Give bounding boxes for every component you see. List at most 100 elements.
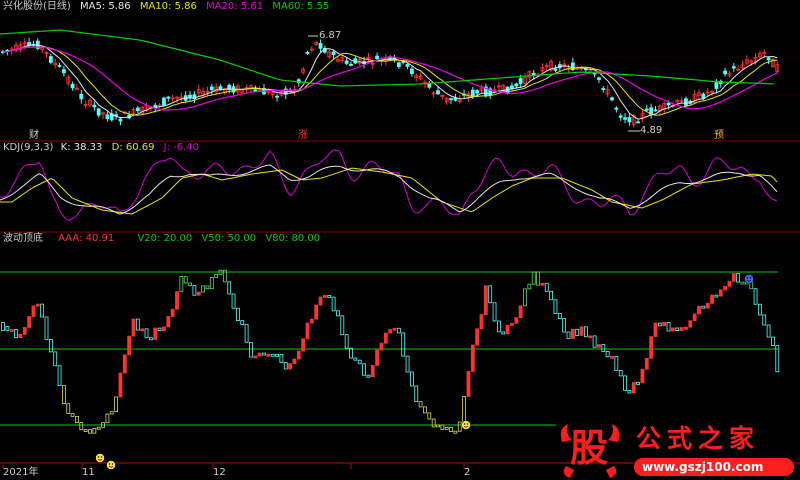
smiley-icon [95,453,105,463]
wave-bar [657,322,662,327]
price-candle [470,89,475,97]
wave-bar [436,424,440,428]
wave-bar [105,413,110,424]
wave-bar [5,326,10,331]
wave-bar [353,357,358,361]
wave-bar [383,332,388,344]
wave-bar [35,303,40,307]
wave-bar [697,305,701,315]
wave-bar [53,351,58,367]
wave-bar [470,344,475,372]
wave-bar [18,333,23,338]
wave-bar [188,282,192,286]
main-panel-title: 兴化股份(日线) [3,1,71,12]
wave-bar [88,429,92,434]
wave-bar [114,396,118,413]
wave-bar [9,329,14,332]
wave-bar [340,315,345,336]
wave-bar [527,283,532,290]
wave-bar [549,290,553,301]
wave-bar [118,372,123,398]
wave-bar [201,285,206,293]
wave-bar [575,328,580,336]
price-candle [105,114,110,119]
smiley-eye [749,277,752,279]
wave-bar [566,331,571,339]
wave-bar [162,326,166,332]
x-axis-label-2021: 2021年 [3,467,39,478]
watermark-brand: 公式之家 [636,424,761,453]
wave-bar [14,329,18,338]
event-marker-forecast[interactable]: 预 [714,130,724,142]
price-candle [344,60,349,64]
wave-bar [396,327,401,334]
wave-bar [131,318,136,337]
event-marker-finance[interactable]: 财 [29,130,39,142]
wave-bar [427,412,432,420]
wave-bar [705,302,710,309]
price-candle [627,117,632,123]
price-candle [135,107,140,112]
low-price-label: 4.89 [640,125,663,136]
smiley-eye [97,456,100,458]
event-marker-rise[interactable]: 涨 [298,130,308,142]
wave-bar [296,350,301,360]
price-candle [475,90,480,94]
wave-bar [562,318,567,333]
wave-bar [192,285,197,296]
wave-bar [366,374,371,378]
wave-bar [331,296,336,312]
wave-bar [597,344,601,348]
wave-bar [275,353,279,357]
wave-bar [392,327,397,331]
wave-bar [305,322,310,340]
wave-bar [301,338,306,352]
wave-bar [262,352,266,356]
wave-bar [44,316,49,340]
wave-bar [462,396,467,423]
wave-bar [584,326,588,338]
smiley-icon [106,460,116,470]
price-candle [209,86,214,91]
wave-bar [570,328,575,339]
wave-bar [166,316,171,328]
wave-bar [257,352,262,357]
price-candle [714,82,719,89]
wave-bar [557,313,562,320]
wave-bar [740,281,745,285]
price-candle [449,98,453,101]
wave-bar [671,327,675,332]
wave-bar [753,288,758,305]
price-candle [623,117,627,120]
price-candle [305,51,310,54]
ma20-value: MA20: 5.61 [206,1,264,12]
wave-bar [170,308,175,317]
price-candle [57,65,62,67]
wave-bar [27,316,32,328]
wave-bar [610,355,614,359]
wave-bar [179,276,184,293]
wave-bar [488,285,493,304]
price-candle [618,115,623,118]
smiley-icon [461,420,471,430]
x-axis-label-12: 12 [213,467,226,478]
wave-bar [122,354,127,374]
wave-bar [75,416,79,423]
wave-bar [666,322,671,332]
wave-bar [140,328,145,332]
wave-bar [449,427,453,432]
kdj-k-value: K: 38.33 [60,142,103,153]
wave-bar [62,385,66,405]
wave-bar [292,358,297,365]
wave-bar [510,322,514,326]
wave-bar [79,422,84,431]
wave-bar [675,327,680,331]
wave-bar [523,288,527,307]
wave-bar [283,362,288,370]
price-candle [349,64,353,66]
price-candle [731,66,736,69]
price-candle [218,86,223,91]
wave-bar [48,339,53,353]
kdj-j-line [0,149,778,221]
wave-bar [544,282,549,292]
